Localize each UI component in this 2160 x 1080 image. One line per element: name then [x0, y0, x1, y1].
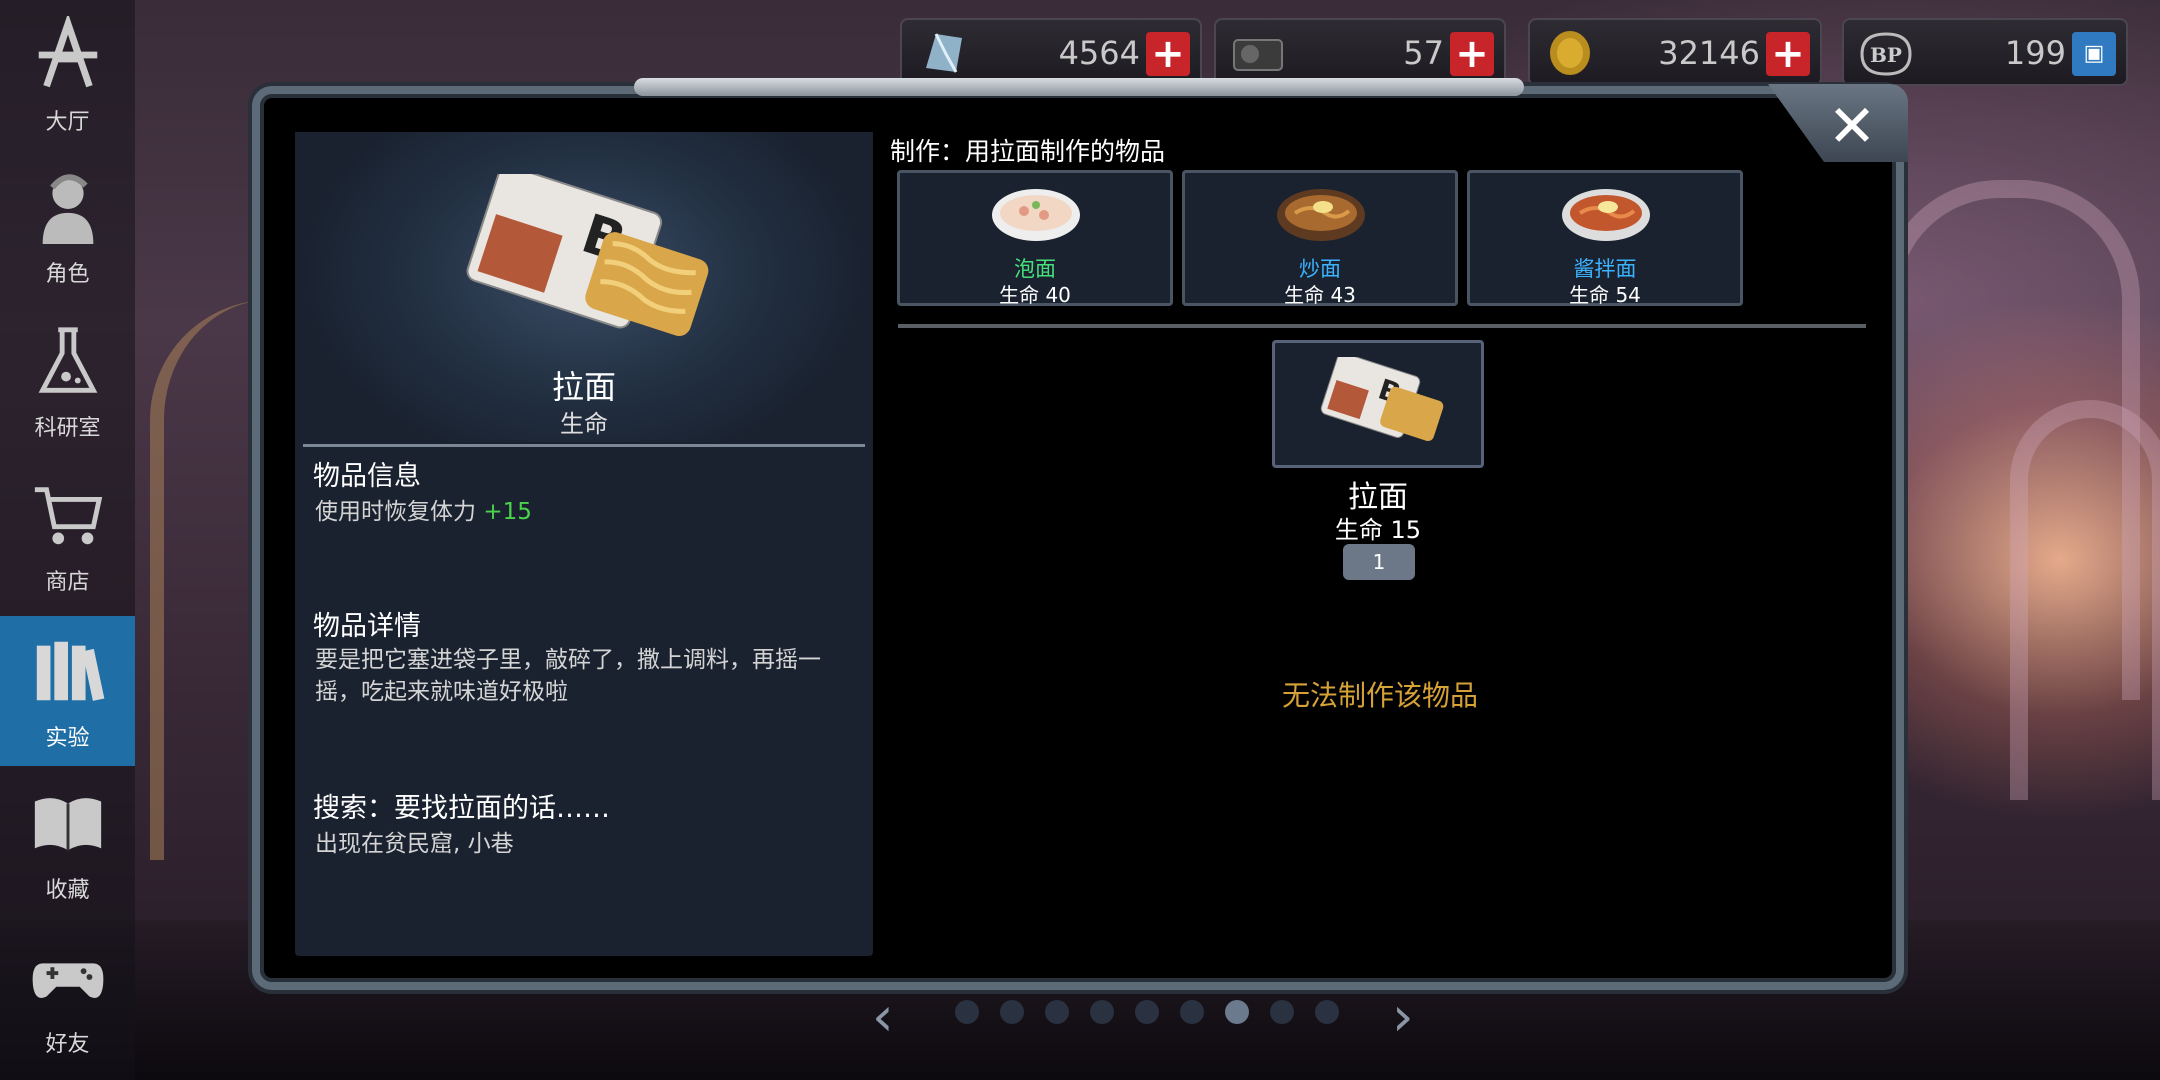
page-dot[interactable]	[1000, 1000, 1024, 1024]
search-title: 搜索：要找拉面的话……	[313, 793, 610, 824]
nav-item-lab[interactable]: 科研室	[0, 306, 135, 456]
bowl-icon	[1562, 189, 1650, 241]
gamepad-icon	[23, 932, 113, 1022]
recipe-card[interactable]: 炒面 生命 43	[1182, 170, 1458, 307]
next-page-button[interactable]: ›	[1392, 990, 1414, 1044]
craft-status: 无法制作该物品	[1281, 679, 1478, 712]
nav-item-friends[interactable]: 好友	[0, 922, 135, 1072]
nav-item-shop[interactable]: 商店	[0, 460, 135, 610]
close-button[interactable]: ✕	[1822, 96, 1882, 156]
stamina-bonus: +15	[483, 499, 532, 525]
character-icon	[23, 162, 113, 252]
item-info-panel: B 拉面 生命 物品信息 使用时恢复体力 +15 物品详情 要是把它塞进袋子里，…	[295, 132, 873, 956]
currency-crystal: 4564 +	[900, 18, 1202, 86]
crystal-icon	[916, 28, 972, 78]
nav-item-character[interactable]: 角色	[0, 152, 135, 302]
recipe-stat: 生命 40	[999, 283, 1071, 307]
book-open-icon	[23, 778, 113, 868]
page-dot[interactable]	[1090, 1000, 1114, 1024]
page-dot[interactable]	[1315, 1000, 1339, 1024]
disk-icon	[1230, 28, 1286, 78]
info-text: 使用时恢复体力 +15	[315, 499, 532, 525]
sidebar-nav: 大厅 角色 科研室 商店 实验 收藏 好友	[0, 0, 135, 1080]
nav-item-lobby[interactable]: 大厅	[0, 0, 135, 150]
currency-bp: BP 199 ▣	[1842, 18, 2128, 86]
separator	[898, 324, 1866, 328]
bowl-icon	[1277, 189, 1365, 241]
currency-disk: 57 +	[1214, 18, 1506, 86]
flask-icon	[23, 316, 113, 406]
add-coin-button[interactable]: +	[1766, 32, 1810, 76]
page-dot[interactable]	[1225, 1000, 1249, 1024]
crafting-title: 制作：用拉面制作的物品	[890, 137, 1166, 166]
detail-text: 要是把它塞进袋子里，敲碎了，撒上调料，再摇一摇，吃起来就味道好极啦	[315, 647, 821, 705]
ramen-pack-image: B	[1320, 357, 1444, 442]
page-dot[interactable]	[1045, 1000, 1069, 1024]
recipe-stat: 生命 43	[1284, 283, 1356, 307]
search-text: 出现在贫民窟, 小巷	[315, 831, 514, 857]
item-name: 拉面	[551, 368, 616, 406]
bowl-icon	[992, 189, 1080, 241]
ingredient-count: 1	[1343, 544, 1415, 580]
coin-icon	[1544, 28, 1600, 78]
detail-title: 物品详情	[313, 611, 421, 642]
currency-coin: 32146 +	[1528, 18, 1822, 86]
recipe-card[interactable]: 酱拌面 生命 54	[1467, 170, 1743, 307]
books-icon	[23, 626, 113, 716]
ramen-pack-image: B	[466, 174, 709, 337]
page-dot[interactable]	[1135, 1000, 1159, 1024]
recipe-card[interactable]: 泡面 生命 40	[897, 170, 1173, 307]
nav-item-experiment[interactable]: 实验	[0, 616, 135, 766]
info-title: 物品信息	[313, 461, 421, 492]
prev-page-button[interactable]: ‹	[872, 990, 894, 1044]
bp-card-button[interactable]: ▣	[2072, 32, 2116, 76]
dialog-handle	[634, 78, 1524, 96]
ingredient-stat: 生命 15	[1334, 516, 1422, 544]
add-crystal-button[interactable]: +	[1146, 32, 1190, 76]
add-disk-button[interactable]: +	[1450, 32, 1494, 76]
ingredient-slot[interactable]: B	[1272, 340, 1484, 468]
divider	[303, 444, 865, 447]
svg-text:BP: BP	[1870, 43, 1902, 67]
page-dot[interactable]	[955, 1000, 979, 1024]
recipe-stat: 生命 54	[1569, 283, 1641, 307]
page-dot[interactable]	[1180, 1000, 1204, 1024]
cart-icon	[23, 470, 113, 560]
nav-item-collection[interactable]: 收藏	[0, 768, 135, 918]
star-logo-icon	[23, 10, 113, 100]
page-dot[interactable]	[1270, 1000, 1294, 1024]
bp-paw-icon: BP	[1858, 28, 1914, 78]
item-type: 生命	[560, 410, 608, 438]
